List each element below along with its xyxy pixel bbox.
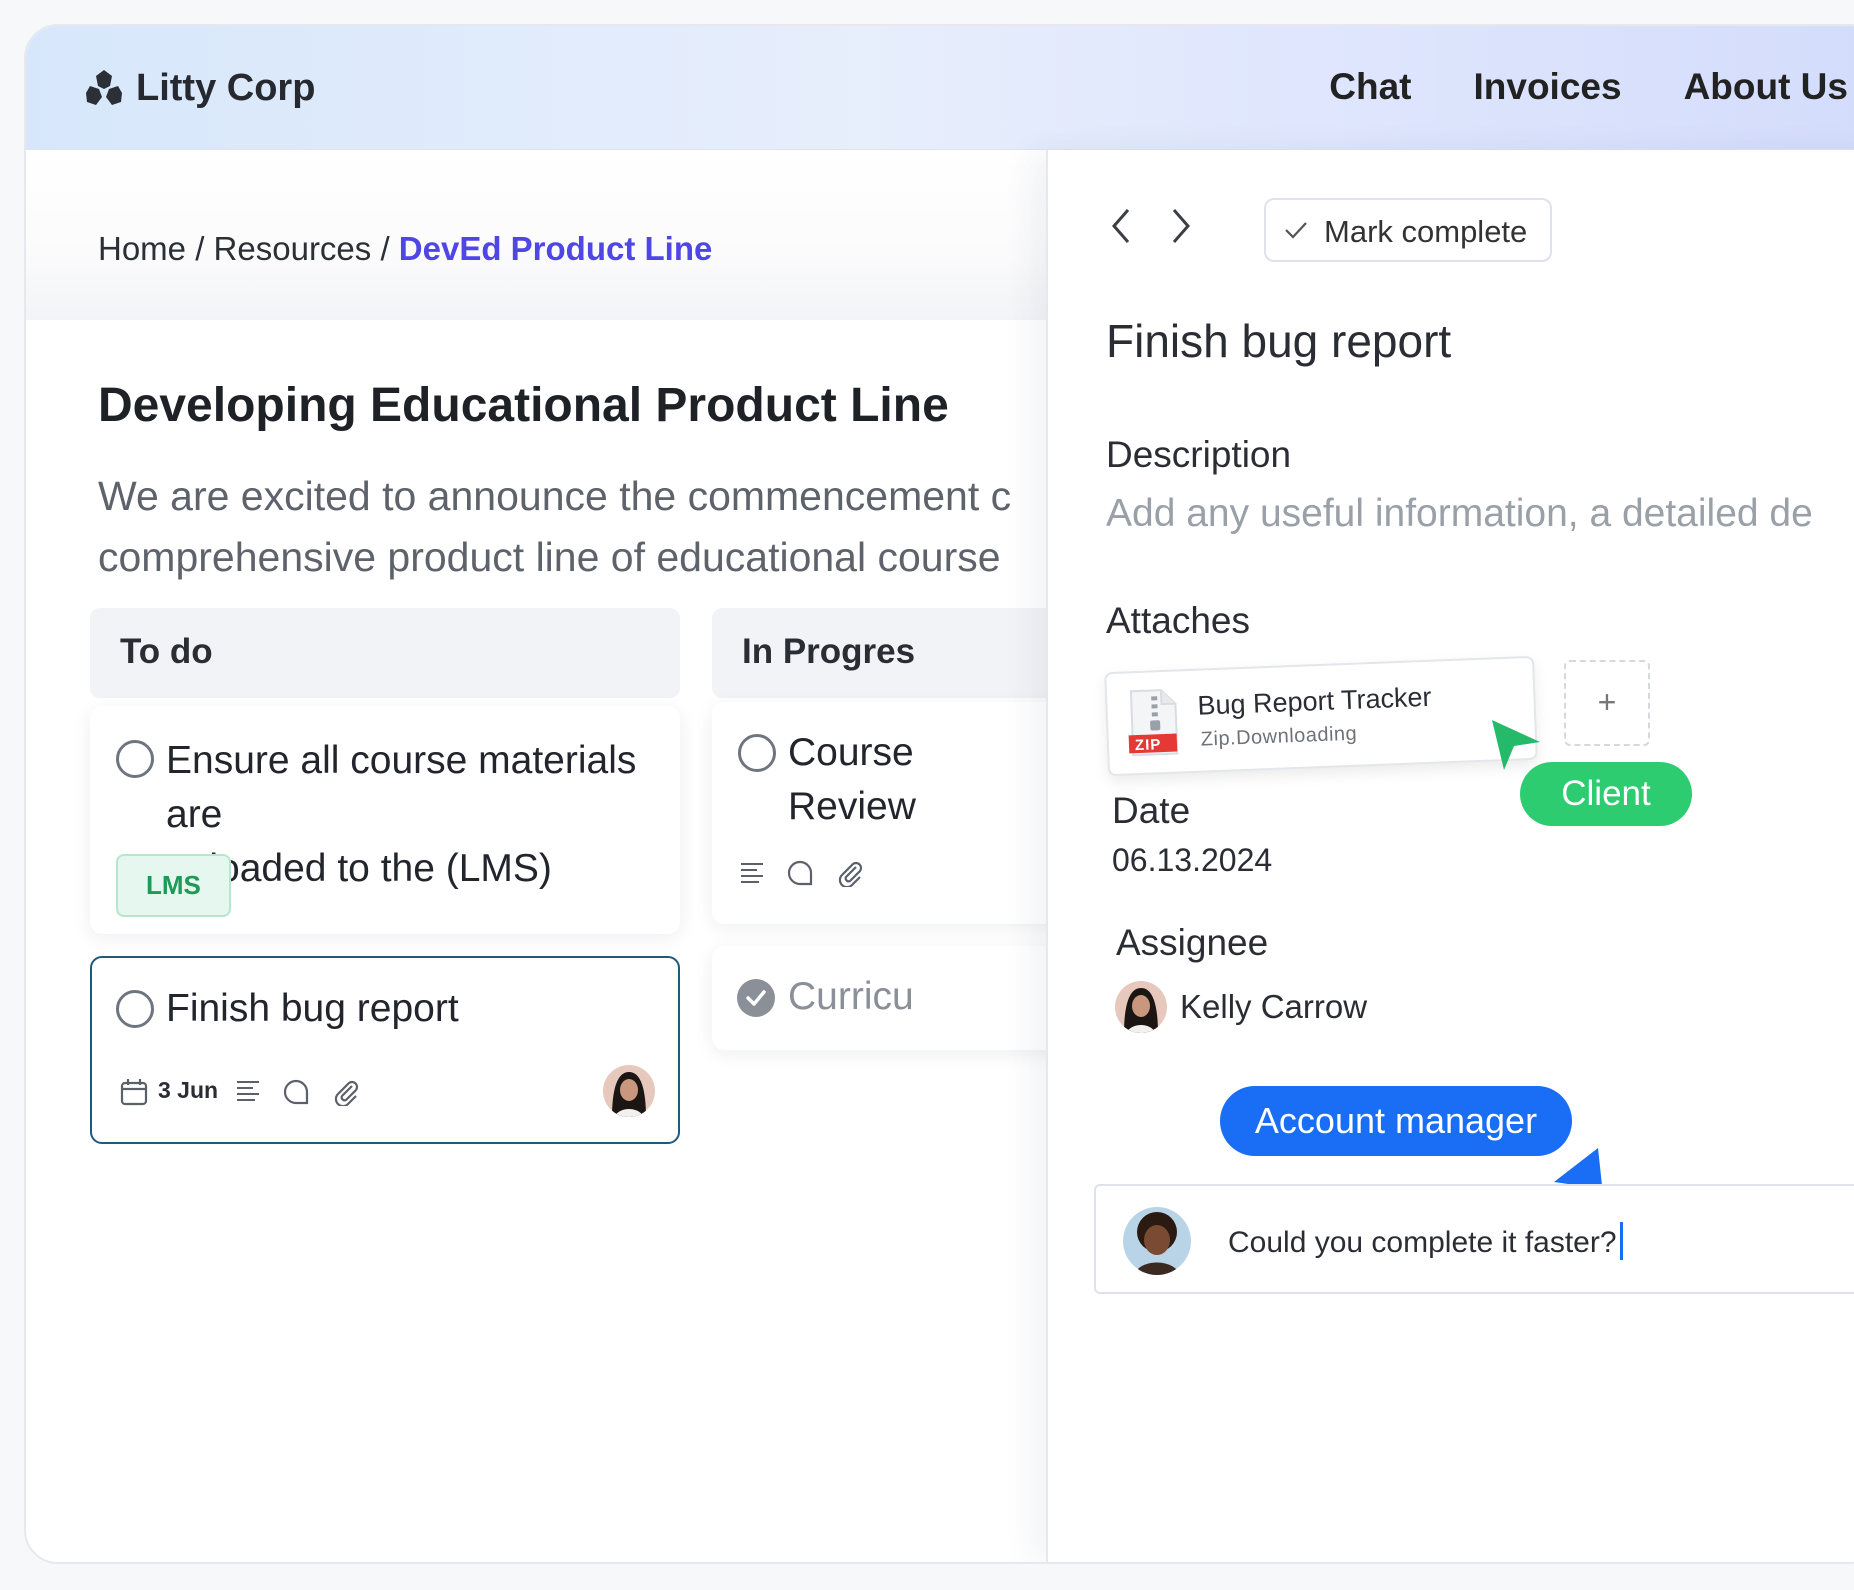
task-card[interactable]: Ensure all course materials are uploaded… (90, 706, 680, 934)
logo-icon (86, 70, 122, 105)
add-attachment-button[interactable]: + (1564, 660, 1650, 746)
task-detail-panel: Mark complete Finish bug report Descript… (1046, 150, 1854, 1562)
chevron-right-icon[interactable] (1166, 206, 1196, 246)
cursor-arrow-green-icon (1492, 720, 1540, 770)
task-title-line: Ensure all course materials are (166, 739, 637, 836)
brand[interactable]: Litty Corp (82, 66, 315, 110)
task-title-line: Course (788, 731, 914, 774)
check-icon (1285, 222, 1307, 239)
task-title: Finish bug report (166, 987, 459, 1030)
attachment-icon (838, 861, 863, 887)
task-tag[interactable]: LMS (116, 854, 231, 917)
comment-box[interactable]: Could you complete it faster? (1094, 1184, 1854, 1294)
chevron-left-icon[interactable] (1106, 206, 1136, 246)
description-icon (741, 863, 763, 883)
breadcrumb-home[interactable]: Home (98, 230, 186, 267)
attachment-card[interactable]: ZIP Bug Report Tracker Zip.Downloading (1104, 655, 1538, 777)
nav-about-us[interactable]: About Us (1684, 66, 1848, 108)
task-checkbox[interactable] (116, 990, 154, 1028)
comment-input[interactable]: Could you complete it faster? (1228, 1222, 1623, 1260)
breadcrumb-separator: / (371, 230, 399, 267)
nav-chat[interactable]: Chat (1329, 66, 1411, 108)
client-cursor-label: Client (1520, 762, 1692, 826)
text-caret (1619, 1222, 1623, 1260)
brand-name: Litty Corp (136, 66, 316, 109)
breadcrumb-current[interactable]: DevEd Product Line (399, 230, 713, 267)
mark-complete-label: Mark complete (1324, 214, 1528, 249)
date-label: Date (1112, 790, 1191, 831)
breadcrumb-resources[interactable]: Resources (214, 230, 372, 267)
page-title: Developing Educational Product Line (98, 379, 949, 432)
description-icon (237, 1081, 259, 1101)
column-label: To do (120, 632, 213, 671)
task-title: Course Review (788, 726, 916, 834)
column-label: In Progres (742, 632, 916, 671)
nav-invoices[interactable]: Invoices (1473, 66, 1621, 108)
checked-circle-icon[interactable] (736, 978, 776, 1018)
board-panel: Home / Resources / DevEd Product Line De… (26, 150, 1112, 1562)
attachment-status: Zip.Downloading (1200, 722, 1358, 751)
attachment-name: Bug Report Tracker (1196, 681, 1433, 721)
zip-badge: ZIP (1134, 736, 1162, 755)
breadcrumb-separator: / (186, 230, 214, 267)
comment-icon (283, 1079, 309, 1105)
assignee-avatar (603, 1065, 655, 1117)
attaches-label: Attaches (1106, 600, 1250, 641)
description-label: Description (1106, 434, 1292, 475)
task-card-selected[interactable]: Finish bug report 3 Jun (90, 956, 680, 1144)
assignee-name[interactable]: Kelly Carrow (1180, 988, 1367, 1026)
column-header-todo: To do (90, 608, 680, 698)
task-checkbox[interactable] (738, 734, 776, 772)
task-title: Curricu (788, 975, 914, 1018)
task-title-line: Review (788, 785, 916, 828)
assignee-label: Assignee (1116, 922, 1269, 963)
top-nav: Chat Invoices About Us (1329, 66, 1848, 108)
mark-complete-button[interactable]: Mark complete (1264, 198, 1552, 262)
calendar-icon (120, 1079, 148, 1106)
detail-title: Finish bug report (1106, 315, 1452, 367)
account-manager-cursor-label: Account manager (1220, 1086, 1572, 1156)
task-checkbox[interactable] (116, 740, 154, 778)
comment-text: Could you complete it faster? (1228, 1226, 1617, 1259)
comment-icon (787, 860, 813, 886)
task-title-line: uploaded to the (LMS) (166, 847, 552, 890)
assignee-avatar (1115, 981, 1167, 1033)
task-due-date: 3 Jun (158, 1077, 219, 1103)
task-title: Ensure all course materials are uploaded… (166, 734, 676, 896)
description-input[interactable]: Add any useful information, a detailed d… (1106, 492, 1813, 536)
commenter-avatar (1123, 1207, 1191, 1275)
breadcrumb: Home / Resources / DevEd Product Line (98, 230, 712, 268)
top-header: Litty Corp Chat Invoices About Us (26, 26, 1854, 150)
app-window: Litty Corp Chat Invoices About Us Home /… (24, 24, 1854, 1564)
date-value[interactable]: 06.13.2024 (1112, 842, 1272, 879)
attachment-icon (334, 1080, 359, 1106)
